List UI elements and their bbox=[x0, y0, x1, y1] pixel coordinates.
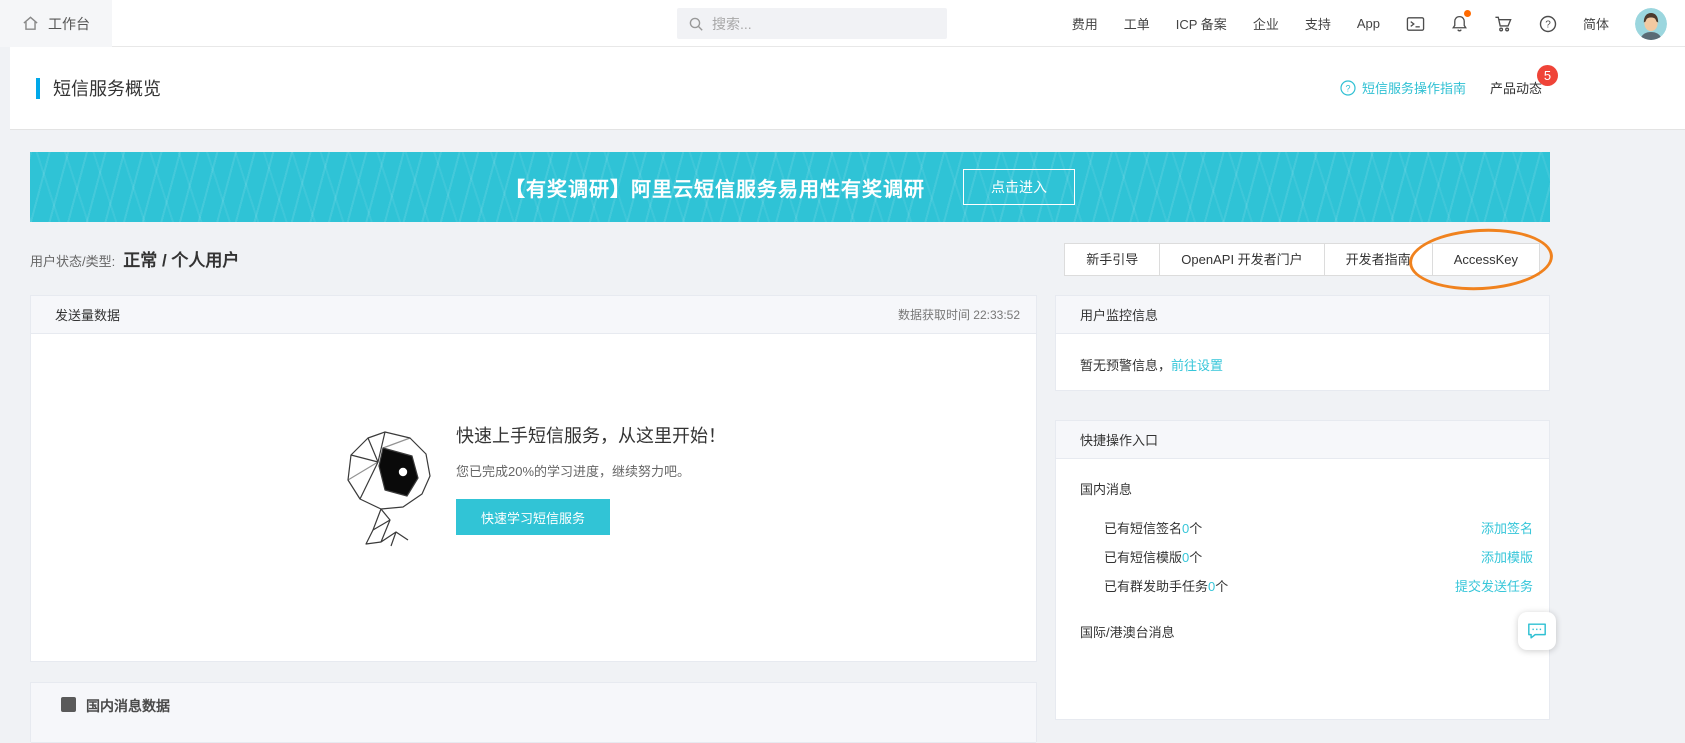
feedback-chat-button[interactable] bbox=[1518, 612, 1556, 650]
user-monitor-card: 用户监控信息 暂无预警信息，前往设置 bbox=[1055, 295, 1550, 391]
page-header: 短信服务概览 ? 短信服务操作指南 产品动态 5 bbox=[10, 47, 1685, 130]
go-to-settings-link[interactable]: 前往设置 bbox=[1171, 358, 1223, 373]
quick-buttons-group: 新手引导 OpenAPI 开发者门户 开发者指南 AccessKey bbox=[1065, 243, 1540, 276]
global-search[interactable] bbox=[677, 8, 947, 39]
locale-switcher[interactable]: 简体 bbox=[1583, 14, 1609, 33]
template-suffix: 个 bbox=[1189, 550, 1202, 565]
notification-bell-icon[interactable] bbox=[1451, 14, 1468, 33]
workbench-button[interactable]: 工作台 bbox=[0, 0, 112, 47]
workbench-label: 工作台 bbox=[48, 14, 90, 34]
sms-guide-link[interactable]: ? 短信服务操作指南 bbox=[1340, 78, 1466, 97]
accesskey-button[interactable]: AccessKey bbox=[1432, 243, 1540, 276]
help-icon[interactable]: ? bbox=[1539, 15, 1557, 33]
signature-suffix: 个 bbox=[1189, 521, 1202, 536]
user-monitor-title: 用户监控信息 bbox=[1080, 305, 1158, 324]
beginner-guide-button[interactable]: 新手引导 bbox=[1064, 243, 1160, 276]
submit-send-task-link[interactable]: 提交发送任务 bbox=[1455, 578, 1533, 596]
no-alert-text: 暂无预警信息， bbox=[1080, 358, 1171, 373]
domestic-data-title: 国内消息数据 bbox=[86, 696, 170, 716]
menu-item-app[interactable]: App bbox=[1357, 16, 1380, 31]
cart-icon[interactable] bbox=[1494, 15, 1513, 33]
template-label: 已有短信模版 bbox=[1104, 550, 1182, 565]
sms-guide-link-label: 短信服务操作指南 bbox=[1362, 78, 1466, 97]
signature-row: 已有短信签名0个 添加签名 bbox=[1104, 520, 1533, 538]
search-input[interactable] bbox=[712, 16, 922, 32]
domestic-data-card-header: 国内消息数据 bbox=[31, 683, 1036, 743]
onboarding-headline: 快速上手短信服务，从这里开始！ bbox=[456, 422, 726, 448]
signature-count-text: 已有短信签名0个 bbox=[1104, 520, 1202, 538]
svg-text:?: ? bbox=[1345, 83, 1350, 93]
quick-actions-body: 国内消息 已有短信签名0个 添加签名 已有短信模版0个 添加模版 已有群发助手任… bbox=[1056, 459, 1549, 642]
send-volume-title: 发送量数据 bbox=[55, 305, 120, 324]
send-volume-card: 发送量数据 数据获取时间 22:33:52 快速上手短信服务，从这里开始！ 您已… bbox=[30, 295, 1037, 662]
chart-icon bbox=[61, 697, 76, 712]
send-volume-card-header: 发送量数据 数据获取时间 22:33:52 bbox=[31, 296, 1036, 334]
quick-actions-card-header: 快捷操作入口 bbox=[1056, 421, 1549, 459]
search-icon bbox=[688, 16, 704, 32]
menu-item-enterprise[interactable]: 企业 bbox=[1253, 14, 1279, 33]
top-navigation-bar: 工作台 费用 工单 ICP 备案 企业 支持 App bbox=[0, 0, 1685, 47]
domestic-data-card: 国内消息数据 bbox=[30, 682, 1037, 742]
robot-illustration bbox=[337, 428, 439, 548]
domestic-message-section-title: 国内消息 bbox=[1080, 481, 1533, 499]
quick-actions-card: 快捷操作入口 国内消息 已有短信签名0个 添加签名 已有短信模版0个 添加模版 … bbox=[1055, 420, 1550, 720]
user-status-row: 用户状态/类型: 正常 / 个人用户 bbox=[30, 246, 239, 271]
user-status-label: 用户状态/类型: bbox=[30, 251, 115, 270]
onboarding-progress-text: 您已完成20%的学习进度，继续努力吧。 bbox=[456, 461, 690, 480]
batch-task-label: 已有群发助手任务 bbox=[1104, 579, 1208, 594]
console-terminal-icon[interactable] bbox=[1406, 15, 1425, 33]
openapi-portal-button[interactable]: OpenAPI 开发者门户 bbox=[1159, 243, 1324, 276]
signature-label: 已有短信签名 bbox=[1104, 521, 1182, 536]
user-status-value: 正常 / 个人用户 bbox=[123, 246, 239, 271]
template-count-text: 已有短信模版0个 bbox=[1104, 549, 1202, 567]
intl-message-section-title: 国际/港澳台消息 bbox=[1080, 624, 1533, 642]
home-icon bbox=[22, 15, 39, 32]
news-count-badge: 5 bbox=[1537, 65, 1558, 86]
developer-guide-button[interactable]: 开发者指南 bbox=[1324, 243, 1433, 276]
add-template-link[interactable]: 添加模版 bbox=[1481, 549, 1533, 567]
data-fetch-time: 数据获取时间 22:33:52 bbox=[898, 306, 1020, 323]
chat-bubble-icon bbox=[1526, 621, 1548, 641]
user-monitor-body: 暂无预警信息，前往设置 bbox=[1056, 334, 1549, 395]
banner-text: 【有奖调研】阿里云短信服务易用性有奖调研 bbox=[505, 173, 925, 202]
batch-task-count-text: 已有群发助手任务0个 bbox=[1104, 578, 1228, 596]
header-links: ? 短信服务操作指南 产品动态 5 bbox=[1340, 78, 1542, 97]
menu-item-tickets[interactable]: 工单 bbox=[1124, 14, 1150, 33]
svg-text:?: ? bbox=[1545, 19, 1551, 30]
survey-banner[interactable]: 【有奖调研】阿里云短信服务易用性有奖调研 点击进入 bbox=[30, 152, 1550, 222]
template-row: 已有短信模版0个 添加模版 bbox=[1104, 549, 1533, 567]
learn-sms-button[interactable]: 快速学习短信服务 bbox=[456, 499, 610, 535]
menu-item-billing[interactable]: 费用 bbox=[1072, 14, 1098, 33]
quick-actions-title: 快捷操作入口 bbox=[1080, 430, 1158, 449]
product-news-label: 产品动态 bbox=[1490, 81, 1542, 96]
banner-enter-button[interactable]: 点击进入 bbox=[963, 169, 1075, 205]
product-news-link[interactable]: 产品动态 5 bbox=[1490, 78, 1542, 97]
top-menu: 费用 工单 ICP 备案 企业 支持 App bbox=[1072, 0, 1667, 47]
user-avatar[interactable] bbox=[1635, 8, 1667, 40]
notification-dot bbox=[1464, 10, 1471, 17]
batch-task-suffix: 个 bbox=[1215, 579, 1228, 594]
user-monitor-card-header: 用户监控信息 bbox=[1056, 296, 1549, 334]
add-signature-link[interactable]: 添加签名 bbox=[1481, 520, 1533, 538]
page-title: 短信服务概览 bbox=[36, 75, 161, 101]
question-circle-icon: ? bbox=[1340, 80, 1356, 96]
page-title-text: 短信服务概览 bbox=[53, 75, 161, 101]
menu-item-icp[interactable]: ICP 备案 bbox=[1176, 14, 1227, 33]
menu-item-support[interactable]: 支持 bbox=[1305, 14, 1331, 33]
title-accent-bar bbox=[36, 78, 40, 99]
batch-task-row: 已有群发助手任务0个 提交发送任务 bbox=[1104, 578, 1533, 596]
domestic-message-rows: 已有短信签名0个 添加签名 已有短信模版0个 添加模版 已有群发助手任务0个 提… bbox=[1104, 520, 1533, 596]
